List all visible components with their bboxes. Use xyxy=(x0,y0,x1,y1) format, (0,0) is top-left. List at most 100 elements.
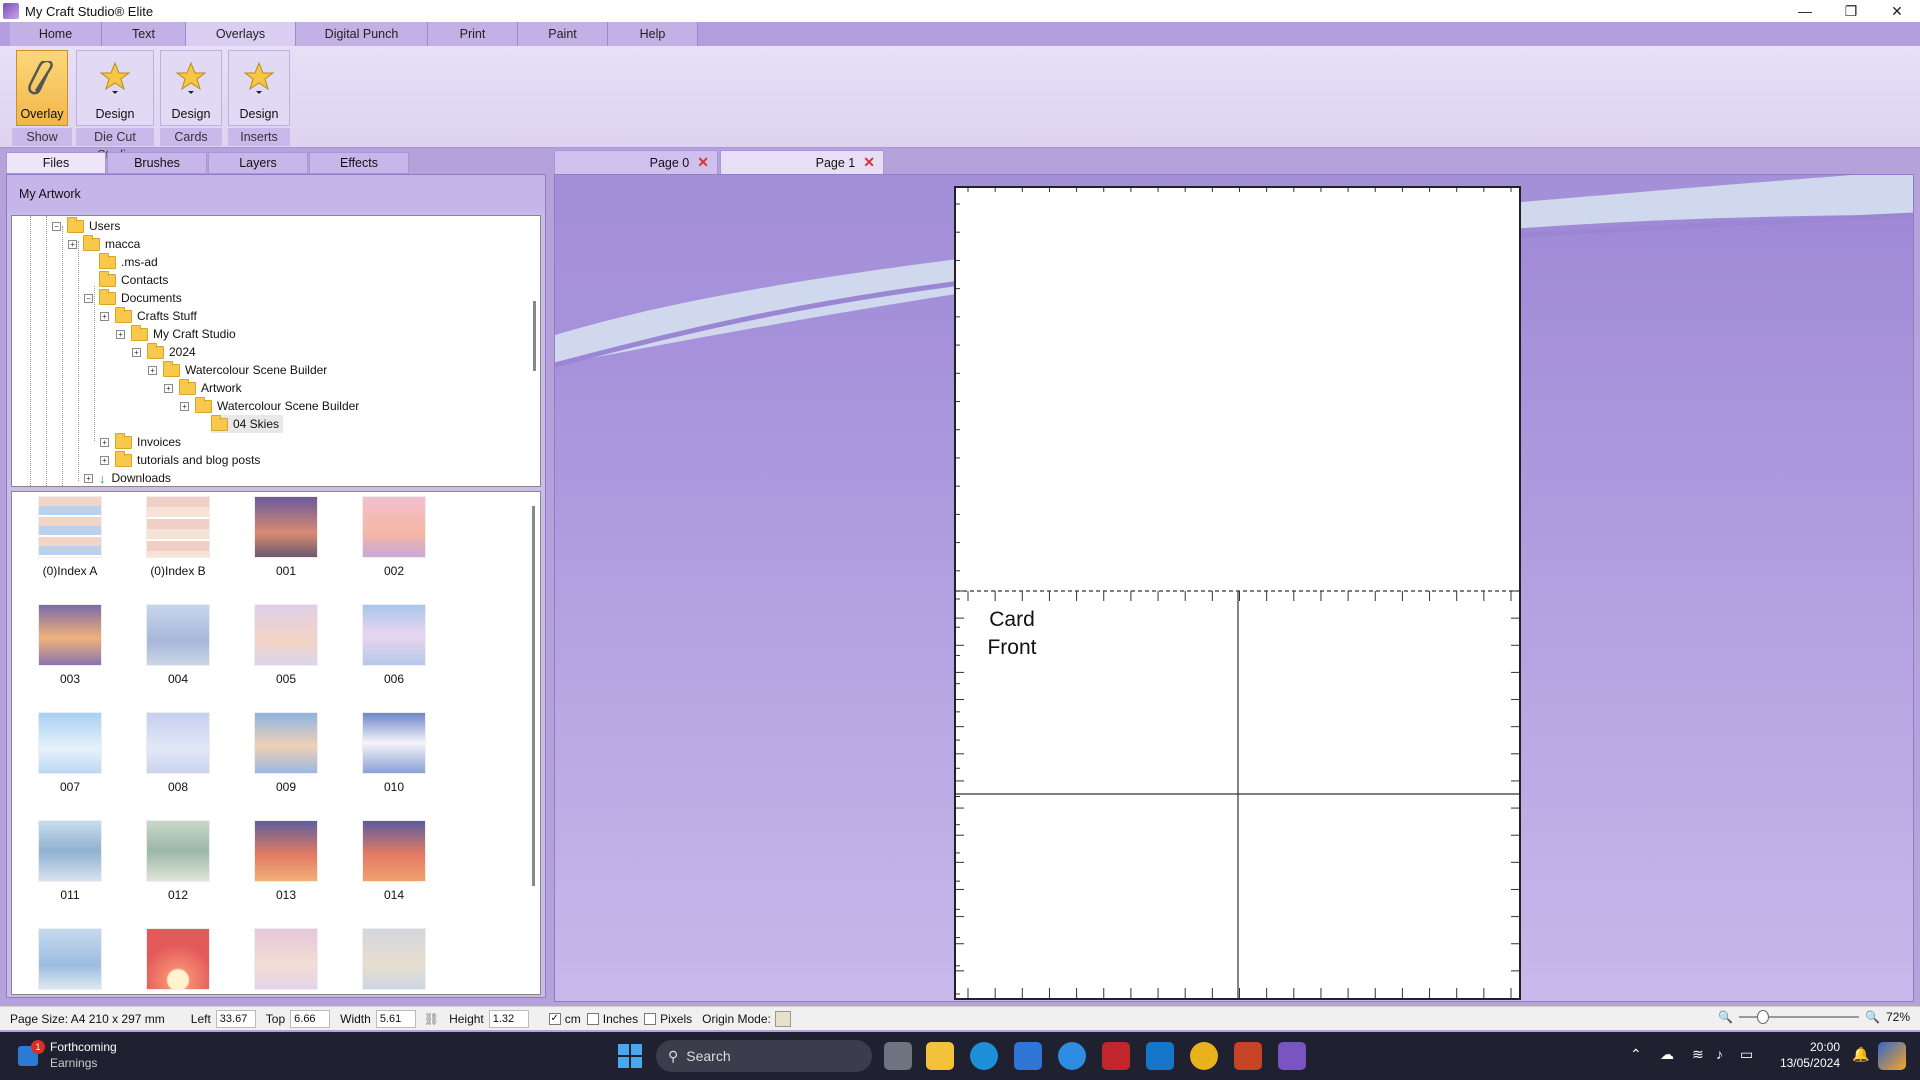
tab-home[interactable]: Home xyxy=(10,22,102,46)
close-tab-icon[interactable]: ✕ xyxy=(697,154,709,171)
craft-studio-icon[interactable] xyxy=(1278,1042,1306,1070)
thumbnail[interactable]: 017 xyxy=(236,924,326,994)
tree-item[interactable]: − Users xyxy=(52,216,120,235)
tree-item[interactable]: + Watercolour Scene Builder xyxy=(180,396,359,415)
clock-time[interactable]: 20:00 xyxy=(1776,1040,1840,1054)
design-die-cut-button[interactable]: Design xyxy=(76,50,154,126)
thumbnail[interactable]: 011 xyxy=(20,816,110,916)
tree-item[interactable]: + Invoices xyxy=(100,432,181,451)
task-view-icon[interactable] xyxy=(884,1042,912,1070)
tree-item[interactable]: .ms-ad xyxy=(99,252,158,271)
help-icon[interactable] xyxy=(1058,1042,1086,1070)
tab-layers[interactable]: Layers xyxy=(208,152,308,174)
thumbnail[interactable]: 001 xyxy=(236,492,326,592)
expand-icon[interactable]: + xyxy=(100,437,109,447)
onedrive-icon[interactable]: ☁ xyxy=(1660,1046,1674,1063)
thumbnail[interactable]: 003 xyxy=(20,600,110,700)
thumbnail[interactable]: 002 xyxy=(344,492,434,592)
tree-scrollbar-thumb[interactable] xyxy=(533,301,536,371)
windows-start-icon[interactable] xyxy=(616,1042,644,1070)
design-inserts-button[interactable]: Design xyxy=(228,50,290,126)
file-explorer-icon[interactable] xyxy=(926,1042,954,1070)
left-input[interactable]: 33.67 xyxy=(215,1009,256,1028)
page-canvas[interactable]: 10987654321012345678910 1413121110987654… xyxy=(954,186,1521,1000)
card-front-label[interactable]: Card Front xyxy=(976,606,1048,662)
tab-overlays[interactable]: Overlays xyxy=(186,22,296,46)
powerpoint-icon[interactable] xyxy=(1234,1042,1262,1070)
mcafee-icon[interactable] xyxy=(1102,1042,1130,1070)
volume-icon[interactable]: ♪ xyxy=(1716,1046,1723,1062)
tree-item[interactable]: + Watercolour Scene Builder xyxy=(148,360,327,379)
design-canvas[interactable]: 10987654321012345678910 1413121110987654… xyxy=(554,174,1914,1002)
tree-item[interactable]: + macca xyxy=(68,234,140,253)
expand-icon[interactable]: + xyxy=(100,455,109,465)
expand-icon[interactable]: + xyxy=(164,383,173,393)
unit-cm[interactable]: ✓ cm xyxy=(548,1012,581,1026)
expand-icon[interactable]: + xyxy=(100,311,109,321)
thumbnail[interactable]: 005 xyxy=(236,600,326,700)
thumbnail[interactable]: 007 xyxy=(20,708,110,808)
zoom-slider-thumb[interactable] xyxy=(1757,1010,1770,1024)
expand-icon[interactable]: + xyxy=(180,401,189,411)
thumbnail[interactable]: 014 xyxy=(344,816,434,916)
checkbox-icon[interactable] xyxy=(586,1012,599,1025)
thumbnail[interactable]: (0)Index B xyxy=(128,492,218,592)
thumbnail[interactable]: 012 xyxy=(128,816,218,916)
show-hidden-icons[interactable]: ⌃ xyxy=(1630,1046,1642,1063)
notifications-icon[interactable]: 🔔 xyxy=(1852,1046,1869,1063)
tree-item[interactable]: + ↓ Downloads xyxy=(84,469,171,486)
link-icon[interactable]: ⛓ xyxy=(424,1012,439,1026)
origin-mode-icon[interactable] xyxy=(774,1010,791,1027)
thumbnail-scrollbar-thumb[interactable] xyxy=(532,506,535,886)
taskbar-search[interactable]: ⚲ Search xyxy=(656,1040,872,1072)
minimize-button[interactable]: — xyxy=(1782,0,1828,22)
battery-icon[interactable]: ▭ xyxy=(1740,1046,1753,1063)
tab-page-1[interactable]: Page 1 ✕ xyxy=(720,150,884,174)
news-title[interactable]: Forthcoming xyxy=(50,1040,117,1054)
tree-item[interactable]: − Documents xyxy=(84,288,182,307)
tree-item[interactable]: Contacts xyxy=(99,270,168,289)
tree-item[interactable]: + Artwork xyxy=(164,378,242,397)
tree-item[interactable]: + My Craft Studio xyxy=(116,324,236,343)
thumbnail[interactable]: 013 xyxy=(236,816,326,916)
thumbnail[interactable]: 004 xyxy=(128,600,218,700)
expand-icon[interactable]: + xyxy=(84,473,93,483)
checkbox-checked-icon[interactable]: ✓ xyxy=(548,1012,561,1025)
edge-icon[interactable] xyxy=(970,1042,998,1070)
restore-button[interactable]: ❐ xyxy=(1828,0,1874,22)
tab-effects[interactable]: Effects xyxy=(309,152,409,174)
tree-item[interactable]: + Crafts Stuff xyxy=(100,306,197,325)
checkbox-icon[interactable] xyxy=(644,1012,657,1025)
zoom-out-icon[interactable]: 🔍 xyxy=(1718,1010,1733,1024)
tree-item[interactable]: +2024 xyxy=(132,342,196,361)
close-button[interactable]: ✕ xyxy=(1874,0,1920,22)
expand-icon[interactable]: + xyxy=(68,239,77,249)
tab-digital-punch[interactable]: Digital Punch xyxy=(296,22,428,46)
thumbnail[interactable]: 015 xyxy=(20,924,110,994)
expand-icon[interactable]: + xyxy=(148,365,157,375)
tab-page-0[interactable]: Page 0 ✕ xyxy=(554,150,718,174)
thumbnail[interactable]: 018 xyxy=(344,924,434,994)
collapse-icon[interactable]: − xyxy=(84,293,93,303)
tree-item-selected[interactable]: 04 Skies xyxy=(211,414,284,433)
thumbnail[interactable]: 016 xyxy=(128,924,218,994)
tab-help[interactable]: Help xyxy=(608,22,698,46)
close-tab-icon[interactable]: ✕ xyxy=(863,154,875,171)
folder-tree[interactable]: − Users + macca .ms-ad Contacts − Documents… xyxy=(11,215,541,487)
thumbnail[interactable]: 006 xyxy=(344,600,434,700)
thumbnail[interactable]: 010 xyxy=(344,708,434,808)
overlay-button[interactable]: Overlay xyxy=(16,50,68,126)
clock-date[interactable]: 13/05/2024 xyxy=(1760,1056,1840,1070)
store-icon[interactable] xyxy=(1014,1042,1042,1070)
tab-files[interactable]: Files xyxy=(6,152,106,174)
thumbnail[interactable]: (0)Index A xyxy=(20,492,110,592)
myhp-icon[interactable] xyxy=(1146,1042,1174,1070)
tree-item[interactable]: + tutorials and blog posts xyxy=(100,450,260,469)
zoom-slider[interactable] xyxy=(1739,1010,1860,1024)
expand-icon[interactable]: + xyxy=(132,347,141,357)
unit-inches[interactable]: Inches xyxy=(586,1012,638,1026)
chrome-icon[interactable] xyxy=(1190,1042,1218,1070)
thumbnail[interactable]: 009 xyxy=(236,708,326,808)
zoom-in-icon[interactable]: 🔍 xyxy=(1865,1010,1880,1024)
wifi-icon[interactable]: ≋ xyxy=(1692,1046,1704,1063)
